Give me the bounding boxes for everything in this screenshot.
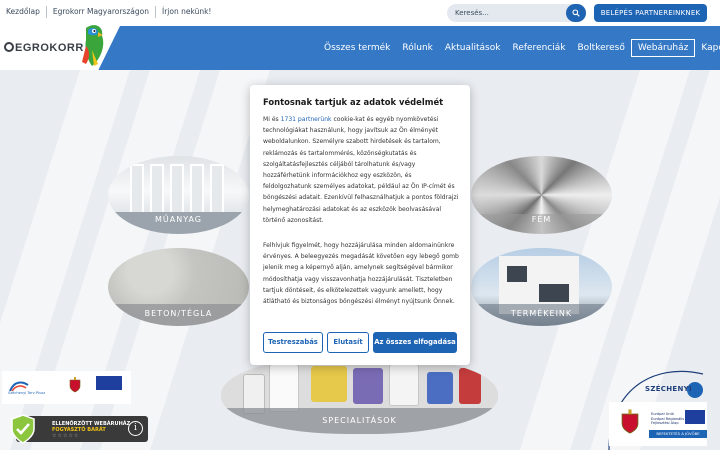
- nav-about-us[interactable]: Rólunk: [396, 39, 438, 57]
- partner-login-button[interactable]: BELÉPÉS PARTNEREINKNEK: [594, 4, 707, 22]
- nav-webshop[interactable]: Webáruház: [630, 39, 696, 57]
- category-our-products[interactable]: TERMÉKEINK: [471, 248, 612, 326]
- nav-references[interactable]: Referenciák: [506, 39, 571, 57]
- cookie-text-body: cookie-kat és egyéb nyomkövetési technol…: [263, 116, 459, 224]
- product-can-graphic: [311, 366, 347, 402]
- invest-future-label: BEFEKTETÉS A JÖVŐBE: [649, 430, 707, 438]
- category-concrete-brick[interactable]: BETON/TÉGLA: [108, 248, 249, 326]
- category-label-metal: FÉM: [531, 215, 552, 224]
- category-metal[interactable]: FÉM: [471, 156, 612, 234]
- cookie-dialog-paragraph-2: Felhívjuk figyelmét, hogy hozzájárulása …: [263, 242, 459, 306]
- hungary-crest-icon: [69, 377, 81, 393]
- badge-stars: ☆☆☆☆☆: [52, 433, 80, 439]
- product-bucket-graphic: [389, 364, 419, 406]
- main-navbar: EGROKORR Összes termék Rólunk Aktualitás…: [0, 25, 720, 70]
- reject-button[interactable]: Elutasít: [327, 332, 369, 353]
- shield-check-icon: [11, 414, 35, 444]
- cookie-dialog-title: Fontosnak tartjuk az adatok védelmét: [263, 97, 444, 107]
- szechenyi-plan-logos: Széchenyi Terv Plusz: [2, 371, 131, 404]
- customize-button[interactable]: Testreszabás: [263, 332, 323, 353]
- nav-contacts[interactable]: Kapcsolatok: [695, 39, 720, 57]
- partners-link[interactable]: 1731 partnerünk: [281, 116, 332, 123]
- search-box: [447, 4, 586, 22]
- eu-flag-icon: [96, 376, 122, 390]
- logo-mark-icon: [4, 42, 14, 52]
- cookie-dialog-paragraph-1: Mi és 1731 partnerünk cookie-kat és egyé…: [263, 114, 459, 226]
- top-link-write-us[interactable]: Írjon nekünk!: [156, 6, 217, 18]
- product-can-graphic: [353, 368, 383, 404]
- product-can-graphic: [427, 372, 453, 404]
- accept-all-button[interactable]: Az összes elfogadása: [373, 332, 457, 353]
- nav-all-products[interactable]: Összes termék: [318, 39, 396, 57]
- szechenyi-2020-badge: SZÉCHENYI Európai Unió Európai Regionáli…: [591, 352, 720, 450]
- info-icon[interactable]: i: [128, 421, 143, 436]
- hungary-crest-icon: [621, 409, 639, 434]
- category-plastic[interactable]: MŰANYAG: [108, 156, 249, 234]
- category-label-plastic: MŰANYAG: [154, 215, 202, 224]
- top-link-egrokorr-hungary[interactable]: Egrokorr Magyarországon: [47, 6, 156, 18]
- main-nav: Összes termék Rólunk Aktualitások Refere…: [318, 39, 720, 57]
- nav-news[interactable]: Aktualitások: [439, 39, 507, 57]
- szechenyi-plan-text: Széchenyi Terv Plusz: [8, 391, 46, 395]
- top-link-home[interactable]: Kezdőlap: [6, 6, 47, 18]
- cookie-consent-dialog: Fontosnak tartjuk az adatok védelmét Mi …: [250, 85, 470, 365]
- search-button[interactable]: [566, 4, 586, 22]
- top-links: Kezdőlap Egrokorr Magyarországon Írjon n…: [6, 6, 217, 18]
- szechenyi-title: SZÉCHENYI: [645, 385, 692, 393]
- category-label-our-products: TERMÉKEINK: [510, 309, 573, 318]
- eu-fund-text: Európai Unió Európai Regionális Fejleszt…: [651, 412, 685, 425]
- category-label-concrete-brick: BETON/TÉGLA: [144, 309, 213, 318]
- category-specialties[interactable]: SPECIALITÁSOK: [221, 354, 498, 434]
- search-input[interactable]: [455, 6, 565, 20]
- parrot-mascot-icon: [82, 25, 104, 66]
- product-box-graphic: [459, 368, 481, 404]
- category-label-specialties: SPECIALITÁSOK: [322, 416, 397, 425]
- verified-webshop-badge[interactable]: ELLENŐRZÖTT WEBÁRUHÁZ FOGYASZTÓ BARÁT ☆☆…: [11, 414, 148, 444]
- cookie-text-lead: Mi és: [263, 116, 281, 123]
- eu-flag-icon: [685, 410, 705, 424]
- product-bucket-graphic: [269, 364, 299, 412]
- search-icon: [572, 9, 580, 17]
- nav-store-finder[interactable]: Boltkereső: [571, 39, 630, 57]
